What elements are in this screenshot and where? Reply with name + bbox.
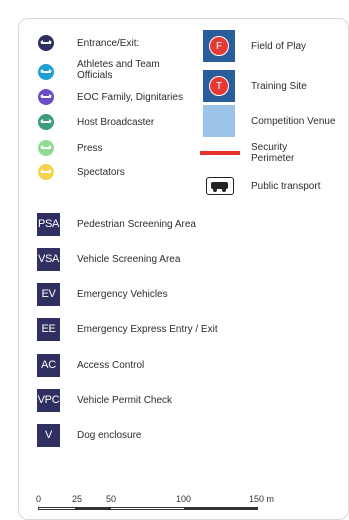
ee-badge: EE <box>37 318 60 341</box>
ev-badge: EV <box>37 283 60 306</box>
vsa-label: Vehicle Screening Area <box>77 254 181 265</box>
vpc-label: Vehicle Permit Check <box>77 395 173 406</box>
psa-label: Pedestrian Screening Area <box>77 219 196 230</box>
training-site-icon: T <box>203 70 235 102</box>
scale-tick-150: 150 m <box>249 494 275 504</box>
v-label: Dog enclosure <box>77 430 142 441</box>
vpc-badge: VPC <box>37 389 60 412</box>
scale-tick-0: 0 <box>36 494 42 504</box>
bus-icon <box>206 177 234 195</box>
press-entrance-icon <box>38 140 54 156</box>
security-perimeter-label: Security Perimeter <box>251 142 295 164</box>
press-entrance-label: Press <box>77 143 103 154</box>
ee-label: Emergency Express Entry / Exit <box>77 324 218 335</box>
eoc-entrance-icon <box>38 89 54 105</box>
training-site-label: Training Site <box>251 81 307 92</box>
legend-panel <box>18 18 349 520</box>
broadcaster-entrance-row <box>38 114 54 130</box>
spectators-entrance-icon <box>38 164 54 180</box>
entrance-exit-label: Entrance/Exit: <box>77 38 140 49</box>
entrance-exit-icon <box>38 35 54 51</box>
scale-bar <box>38 507 258 510</box>
competition-venue-label: Competition Venue <box>251 116 336 127</box>
field-of-play-icon: F <box>203 30 235 62</box>
scale-tick-100: 100 <box>176 494 192 504</box>
athletes-entrance-label: Athletes and Team Officials <box>77 59 160 81</box>
eoc-entrance-label: EOC Family, Dignitaries <box>77 92 183 103</box>
v-badge: V <box>37 424 60 447</box>
entrance-exit-row <box>38 35 54 51</box>
scale-tick-50: 50 <box>106 494 117 504</box>
athletes-entrance-icon <box>38 64 54 80</box>
vsa-badge: VSA <box>37 248 60 271</box>
scale-tick-25: 25 <box>72 494 83 504</box>
public-transport-label: Public transport <box>251 181 321 192</box>
psa-badge: PSA <box>37 213 60 236</box>
ev-label: Emergency Vehicles <box>77 289 168 300</box>
eoc-entrance-row <box>38 89 54 105</box>
athletes-entrance-row <box>38 64 54 80</box>
ac-label: Access Control <box>77 360 145 371</box>
ac-badge: AC <box>37 354 60 377</box>
security-perimeter-line <box>200 151 240 155</box>
field-of-play-label: Field of Play <box>251 41 307 52</box>
spectators-entrance-label: Spectators <box>77 167 125 178</box>
competition-venue-swatch <box>203 105 235 137</box>
broadcaster-entrance-label: Host Broadcaster <box>77 117 155 128</box>
press-entrance-row <box>38 140 54 156</box>
broadcaster-entrance-icon <box>38 114 54 130</box>
spectators-entrance-row <box>38 164 54 180</box>
